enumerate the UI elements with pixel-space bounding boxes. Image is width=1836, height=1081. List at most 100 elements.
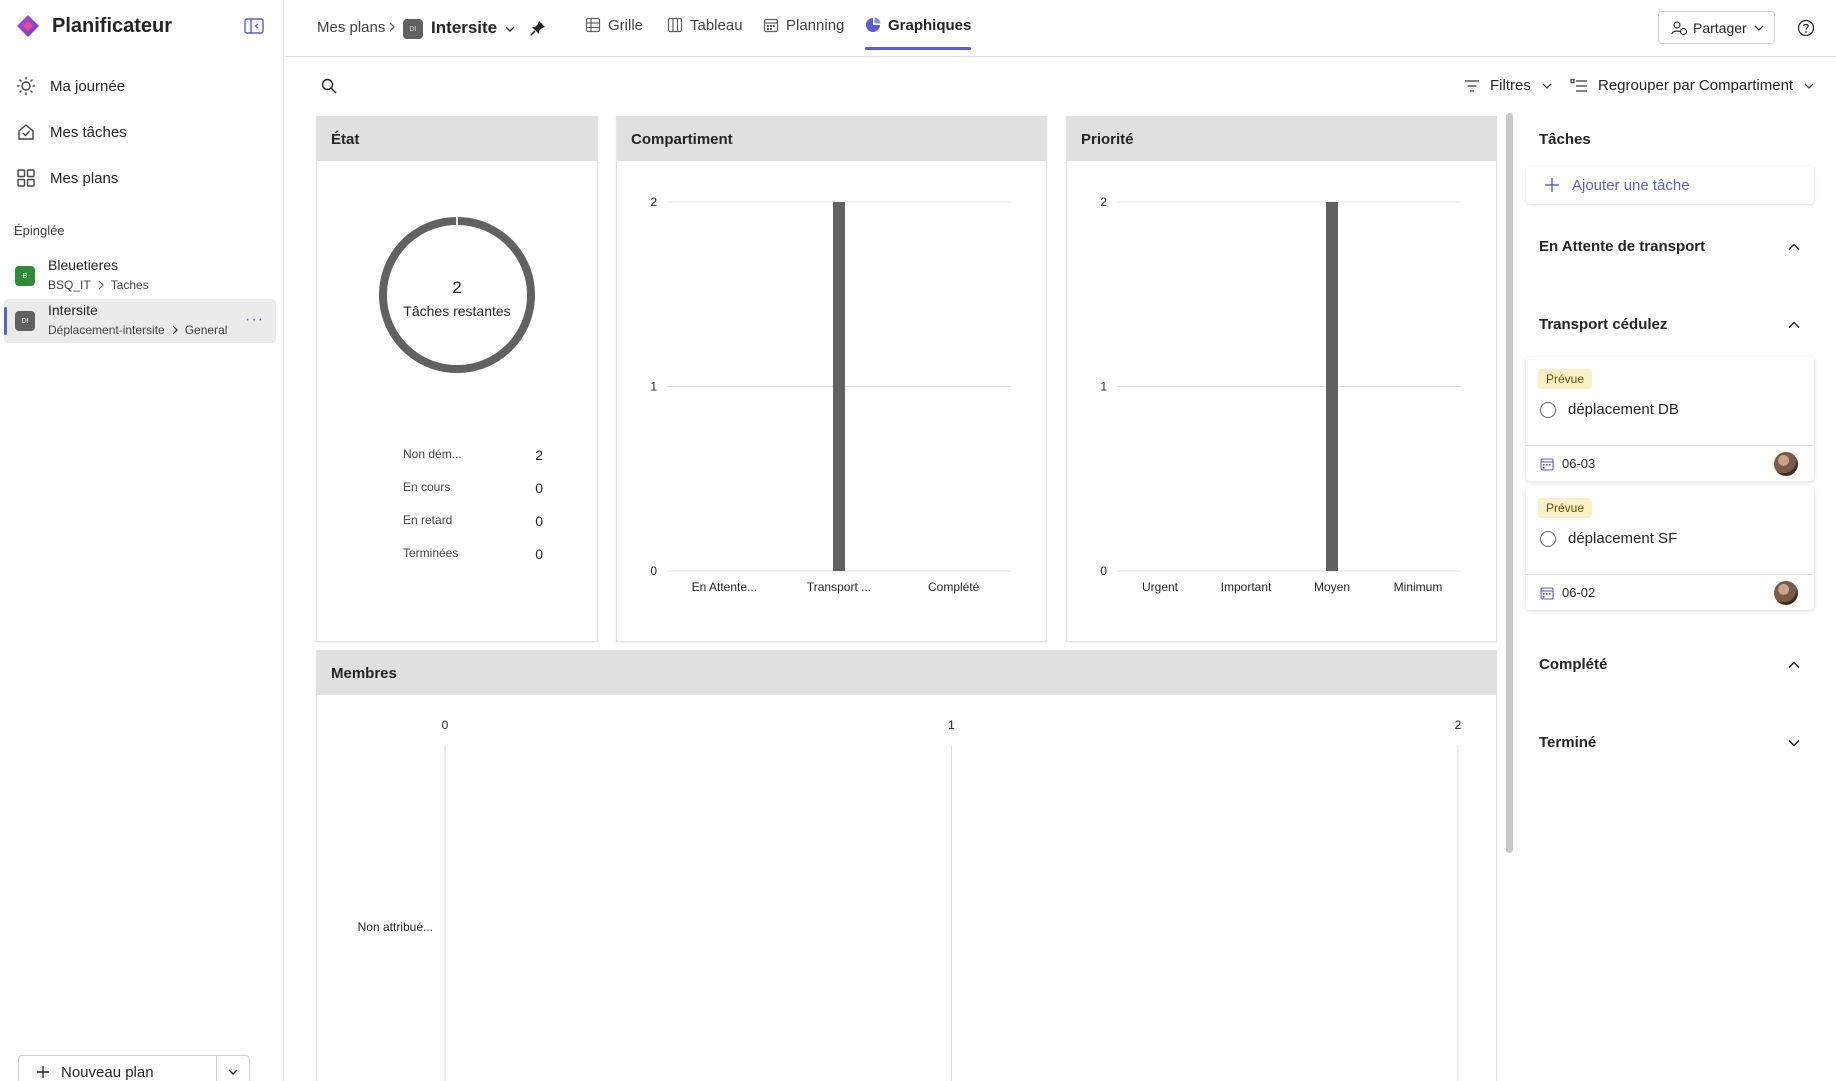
bucket-header[interactable]: En Attente de transport bbox=[1539, 238, 1801, 255]
nav-label: Ma journée bbox=[50, 77, 126, 95]
bucket-header[interactable]: Complété bbox=[1539, 656, 1801, 673]
donut-center-value: 2 bbox=[452, 278, 461, 297]
scrollbar[interactable] bbox=[1506, 113, 1513, 853]
legend-row: En cours 0 bbox=[403, 480, 543, 513]
y-tick-label: 2 bbox=[1100, 195, 1107, 209]
nav-my-day[interactable]: Ma journée bbox=[16, 76, 125, 96]
legend-value: 0 bbox=[535, 513, 543, 529]
state-legend: Non dém... 2 En cours 0 En retard 0 Terminé… bbox=[403, 447, 543, 579]
chevron-down-icon[interactable] bbox=[503, 22, 517, 36]
x-tick-label: Important bbox=[1221, 580, 1272, 594]
new-plan-dropdown[interactable] bbox=[217, 1056, 249, 1081]
filters-label: Filtres bbox=[1490, 77, 1531, 94]
more-options-icon[interactable]: ··· bbox=[245, 311, 264, 329]
chevron-down-icon bbox=[1804, 83, 1814, 89]
task-due-date: 06-03 bbox=[1562, 456, 1596, 471]
plan-name: Intersite bbox=[48, 302, 98, 318]
nav-my-tasks[interactable]: Mes tâches bbox=[16, 122, 127, 142]
nav-my-plans[interactable]: Mes plans bbox=[16, 168, 118, 188]
sun-icon bbox=[17, 77, 35, 95]
x-tick-label: Minimum bbox=[1394, 580, 1443, 594]
plan-group: Déplacement-intersite bbox=[48, 323, 165, 337]
chevron-down-icon bbox=[1788, 739, 1800, 746]
legend-row: Terminées 0 bbox=[403, 546, 543, 579]
task-name: déplacement DB bbox=[1568, 401, 1679, 418]
card-title: Membres bbox=[317, 651, 1496, 695]
add-task-button[interactable]: Ajouter une tâche bbox=[1526, 166, 1814, 204]
group-by-button[interactable]: Regrouper par Compartiment bbox=[1570, 77, 1815, 94]
tab-board[interactable]: Tableau bbox=[667, 0, 743, 50]
pinned-plan-bleuetieres[interactable]: B Bleuetieres BSQ_IT Taches bbox=[4, 254, 276, 298]
plan-path: BSQ_IT Taches bbox=[48, 278, 149, 292]
priority-chart-card: Priorité 0 1 2 Urgent Important Moyen Minimum bbox=[1066, 116, 1497, 642]
plan-title[interactable]: Intersite bbox=[431, 18, 497, 38]
group-by-label: Regrouper par Compartiment bbox=[1598, 77, 1794, 94]
tab-charts[interactable]: Graphiques bbox=[865, 0, 972, 50]
chevron-down-icon bbox=[228, 1069, 238, 1075]
members-bar-chart: 0 1 2 Non attribué... bbox=[358, 718, 1462, 1081]
card-title: État bbox=[317, 117, 597, 161]
filters-button[interactable]: Filtres bbox=[1464, 77, 1553, 94]
app-title: Planificateur bbox=[52, 14, 173, 37]
task-card[interactable]: Prévue déplacement SF 06-02 bbox=[1526, 486, 1814, 610]
calendar-icon bbox=[1540, 586, 1554, 600]
bucket-header[interactable]: Transport cédulez bbox=[1539, 316, 1801, 333]
brand: Planificateur bbox=[14, 12, 172, 40]
chart-icon bbox=[866, 17, 881, 32]
tab-label: Tableau bbox=[690, 16, 743, 34]
grid-view-icon bbox=[585, 17, 601, 33]
tab-label: Planning bbox=[786, 16, 845, 34]
donut-center-label: Tâches restantes bbox=[403, 303, 510, 319]
task-complete-checkbox[interactable] bbox=[1540, 401, 1556, 418]
tasks-icon bbox=[18, 124, 34, 140]
new-plan-button[interactable]: Nouveau plan bbox=[19, 1056, 218, 1081]
legend-row: Non dém... 2 bbox=[403, 447, 543, 480]
legend-row: En retard 0 bbox=[403, 513, 543, 546]
tasks-panel-title: Tâches bbox=[1539, 131, 1591, 148]
legend-value: 0 bbox=[535, 546, 543, 562]
bucket-name: Complété bbox=[1539, 656, 1608, 673]
tab-label: Graphiques bbox=[888, 16, 972, 34]
group-list-icon bbox=[1570, 78, 1587, 92]
collapse-sidebar-icon[interactable] bbox=[244, 17, 264, 35]
bucket-header[interactable]: Terminé bbox=[1539, 734, 1801, 751]
breadcrumb-my-plans[interactable]: Mes plans bbox=[317, 19, 385, 36]
assignee-avatar[interactable] bbox=[1774, 581, 1798, 605]
bucket-name: En Attente de transport bbox=[1539, 238, 1706, 255]
task-title: déplacement DB bbox=[1540, 401, 1679, 418]
bucket-bar-chart: 0 1 2 En Attente... Transport ... Complété bbox=[650, 195, 1011, 594]
grid-icon bbox=[17, 169, 35, 187]
share-button[interactable]: Partager bbox=[1658, 11, 1775, 44]
calendar-icon bbox=[763, 18, 779, 33]
planner-logo-icon bbox=[17, 15, 39, 37]
chevron-right-icon bbox=[98, 280, 104, 290]
task-complete-checkbox[interactable] bbox=[1540, 530, 1556, 547]
legend-label: Non dém... bbox=[403, 447, 462, 461]
chevron-right-icon bbox=[389, 22, 395, 32]
task-title: déplacement SF bbox=[1540, 530, 1677, 547]
tab-schedule[interactable]: Planning bbox=[763, 0, 844, 50]
pinned-plan-intersite[interactable]: DI Intersite Déplacement-intersite Gener… bbox=[4, 299, 276, 343]
plan-channel: General bbox=[184, 323, 228, 337]
plan-thumbnail: B bbox=[15, 266, 35, 286]
search-icon[interactable] bbox=[320, 77, 338, 95]
card-title: Priorité bbox=[1067, 117, 1496, 161]
chevron-up-icon bbox=[1788, 321, 1800, 328]
tab-grid[interactable]: Grille bbox=[585, 0, 643, 50]
bucket-name: Transport cédulez bbox=[1539, 316, 1668, 333]
chevron-right-icon bbox=[172, 325, 178, 335]
assignee-avatar[interactable] bbox=[1774, 452, 1798, 476]
legend-value: 0 bbox=[535, 480, 543, 496]
top-bar: Mes plans DI Intersite Grille Tableau Pl… bbox=[285, 0, 1836, 57]
x-tick-label: 0 bbox=[442, 718, 449, 732]
x-tick-label: 1 bbox=[948, 718, 955, 732]
help-icon[interactable] bbox=[1797, 19, 1815, 37]
chevron-up-icon bbox=[1788, 661, 1800, 668]
task-card[interactable]: Prévue déplacement DB 06-03 bbox=[1526, 357, 1814, 481]
bar bbox=[833, 202, 845, 571]
plan-channel: Taches bbox=[110, 278, 149, 292]
legend-label: Terminées bbox=[403, 546, 459, 560]
plus-icon bbox=[1545, 178, 1559, 192]
pin-icon[interactable] bbox=[529, 19, 547, 37]
task-name: déplacement SF bbox=[1568, 530, 1678, 547]
